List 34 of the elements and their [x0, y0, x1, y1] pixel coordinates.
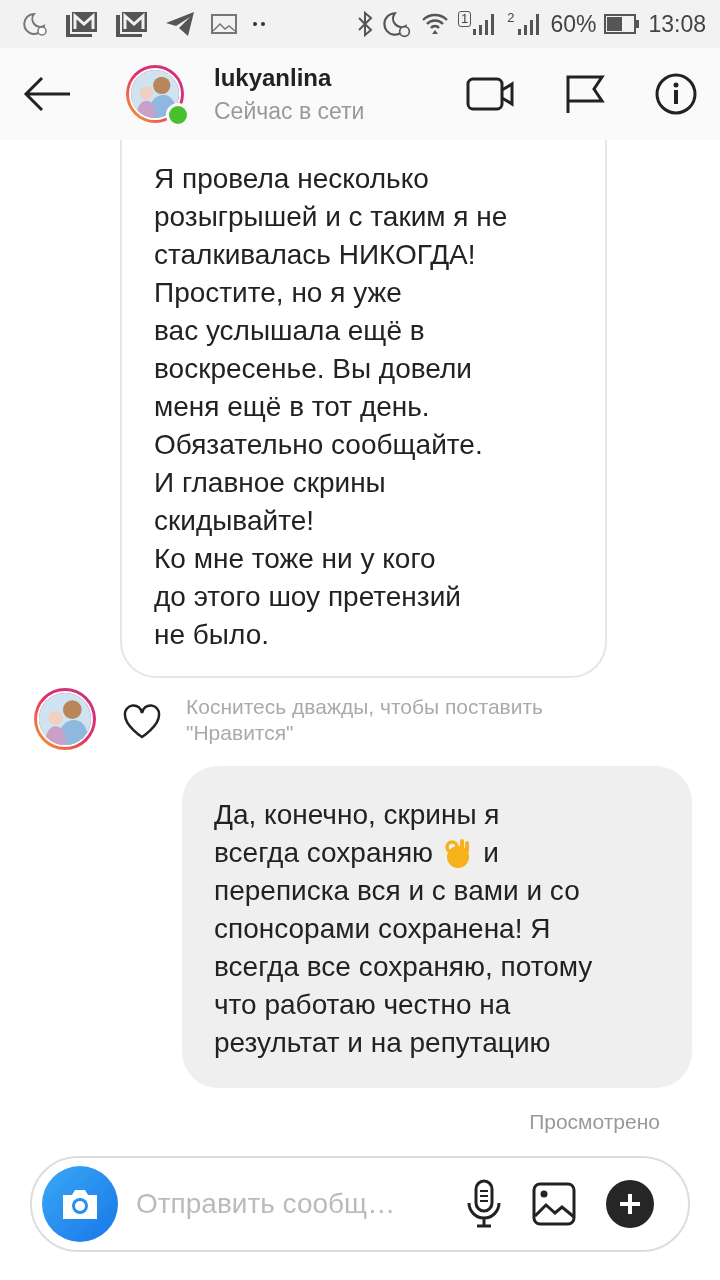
info-icon[interactable] — [654, 72, 698, 116]
image-icon — [210, 12, 238, 36]
microphone-icon[interactable] — [466, 1179, 502, 1229]
plus-icon — [618, 1192, 642, 1216]
message-text: всегда сохраняю — [214, 836, 434, 870]
mail-icon — [64, 9, 100, 39]
double-tap-hint: Коснитесь дважды, чтобы поставить "Нравится" — [186, 694, 543, 746]
more-dots-icon — [252, 21, 266, 27]
clock: 13:08 — [648, 10, 706, 38]
message-text: Да, конечно, скрины я — [214, 798, 500, 832]
video-camera-icon[interactable] — [466, 76, 516, 112]
message-text: переписка вся и с вами и со спонсорами сохранена! Я всегда все сохраняю, потому что работаю честно на результат и на репутацию — [214, 874, 593, 1060]
message-input[interactable]: Отправить сообщ… — [134, 1187, 436, 1221]
bluetooth-icon — [355, 10, 374, 38]
add-button[interactable] — [606, 1180, 654, 1228]
online-status: Сейчас в сети — [214, 97, 366, 125]
avatar[interactable] — [126, 65, 184, 123]
battery-icon — [604, 13, 641, 35]
moon-alarm-icon — [22, 10, 50, 38]
moon-alarm-icon — [381, 9, 412, 39]
message-text: Я провела несколько розыгрышей и с таким я не сталкивалась НИКОГДА! Простите, но я уже вас услышала ещё в воскресенье. Вы довели меня ещё в тот день. Обязательно сообщайте. И главное скрины скидывайте! Ко мне тоже ни у кого до этого шоу претензий не было. — [154, 163, 508, 650]
heart-icon[interactable] — [122, 704, 162, 740]
camera-button[interactable] — [42, 1166, 118, 1242]
sim-number: 1 — [457, 11, 472, 27]
flag-icon[interactable] — [564, 73, 606, 115]
back-arrow-icon[interactable] — [22, 76, 72, 112]
username[interactable]: lukyanlina — [214, 63, 466, 92]
mail-icon — [114, 9, 150, 39]
gallery-icon[interactable] — [532, 1182, 576, 1226]
message-text: и — [483, 836, 499, 870]
battery-percent: 60% — [550, 10, 597, 38]
paper-plane-icon — [164, 10, 196, 38]
sim-number: 2 — [506, 11, 516, 25]
seen-status: Просмотрено — [528, 1110, 661, 1134]
